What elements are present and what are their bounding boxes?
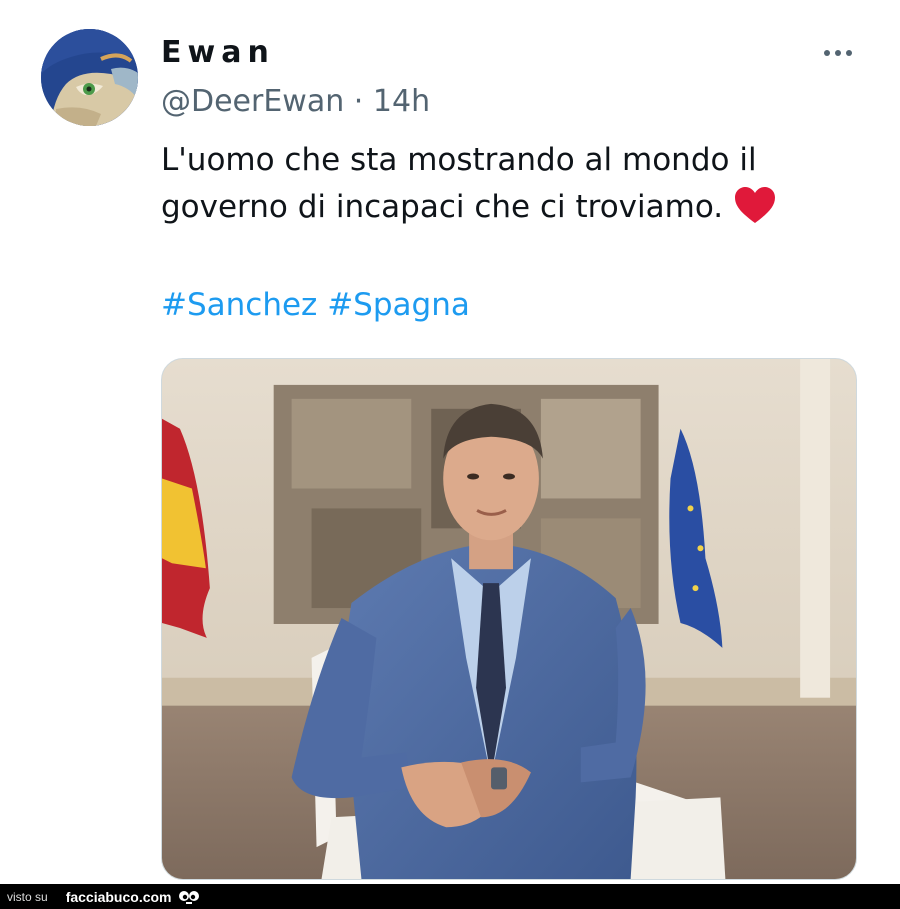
tweet-time[interactable]: 14h <box>373 84 430 119</box>
red-heart-icon <box>735 187 776 223</box>
tweet-text-line: L'uomo che sta mostrando al mondo il <box>161 142 757 178</box>
hashtag-link[interactable]: #Spagna <box>327 287 470 323</box>
avatar[interactable] <box>41 29 138 126</box>
tweet: Ewan @DeerEwan · 14h L'uomo che sta most… <box>0 0 900 884</box>
footer-bar: visto su facciabuco.com <box>0 884 900 909</box>
handle-line: @DeerEwan · 14h <box>161 83 430 121</box>
footer-site-link[interactable]: facciabuco.com <box>66 889 172 905</box>
tweet-photo[interactable] <box>161 358 857 880</box>
footer-prefix: visto su <box>7 889 48 904</box>
tweet-text: L'uomo che sta mostrando al mondo il gov… <box>161 137 861 231</box>
hashtags: #Sanchez #Spagna <box>161 284 470 326</box>
more-options-button[interactable] <box>814 38 862 68</box>
display-name[interactable]: Ewan <box>161 33 275 73</box>
avatar-painting-icon <box>41 29 138 126</box>
photo-illustration <box>162 359 856 879</box>
handle-separator: · <box>353 84 364 119</box>
tweet-text-line-with-emoji: governo di incapaci che ci troviamo. <box>161 184 861 231</box>
hashtag-link[interactable]: #Sanchez <box>161 287 317 323</box>
ellipsis-icon <box>835 50 841 56</box>
ellipsis-icon <box>824 50 830 56</box>
user-handle[interactable]: @DeerEwan <box>161 84 344 119</box>
ellipsis-icon <box>846 50 852 56</box>
eyes-icon <box>178 890 199 904</box>
tweet-text-line: governo di incapaci che ci troviamo. <box>161 189 724 225</box>
